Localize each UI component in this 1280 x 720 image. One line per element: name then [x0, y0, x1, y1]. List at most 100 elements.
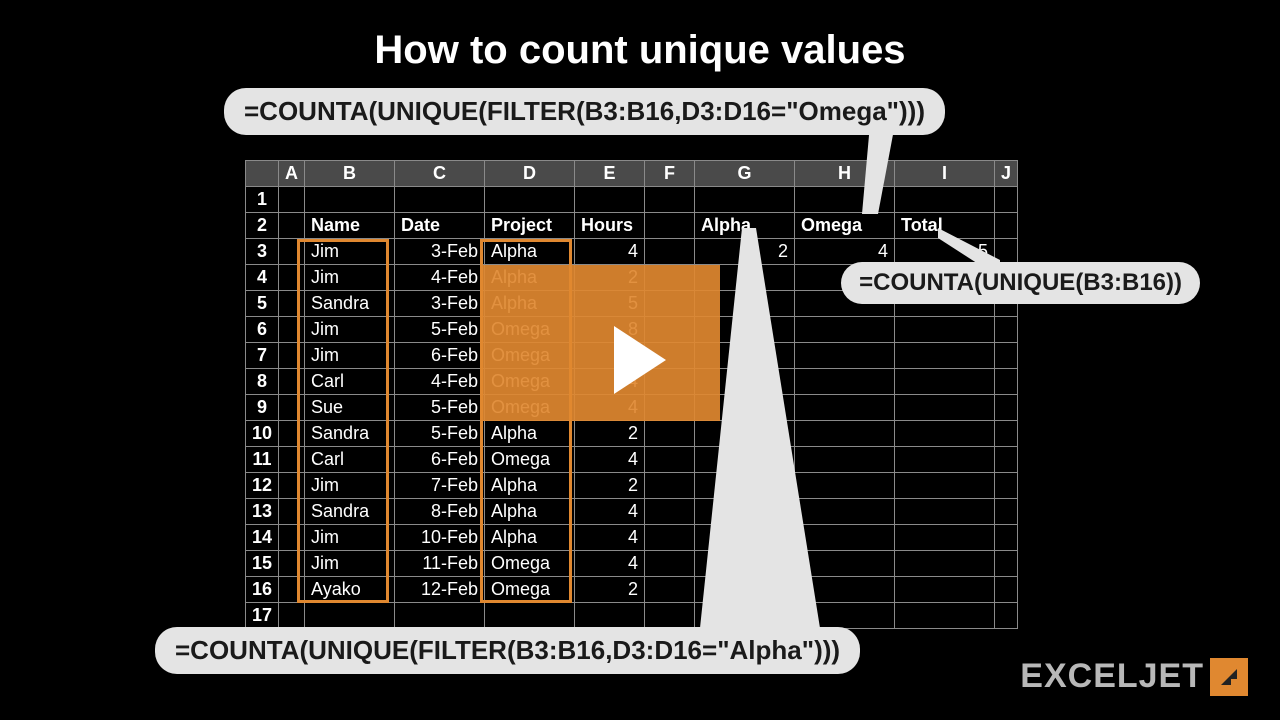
cell-date[interactable]: 12-Feb — [395, 577, 485, 603]
table-row[interactable]: 14 Jim 10-Feb Alpha 4 — [246, 525, 1018, 551]
cell[interactable] — [645, 239, 695, 265]
col-header-c[interactable]: C — [395, 161, 485, 187]
cell[interactable] — [995, 473, 1018, 499]
cell[interactable] — [279, 369, 305, 395]
cell-total[interactable] — [895, 551, 995, 577]
row-header[interactable]: 9 — [246, 395, 279, 421]
cell[interactable] — [279, 447, 305, 473]
cell-project[interactable]: Omega — [485, 577, 575, 603]
cell[interactable] — [995, 421, 1018, 447]
row-header[interactable]: 2 — [246, 213, 279, 239]
cell-date[interactable]: 4-Feb — [395, 369, 485, 395]
cell-name[interactable]: Jim — [305, 551, 395, 577]
cell[interactable] — [645, 213, 695, 239]
cell[interactable] — [995, 187, 1018, 213]
cell[interactable] — [575, 603, 645, 629]
cell[interactable] — [995, 447, 1018, 473]
cell-date[interactable]: 3-Feb — [395, 239, 485, 265]
cell-total[interactable] — [895, 343, 995, 369]
cell-hours[interactable]: 4 — [575, 499, 645, 525]
col-header-b[interactable]: B — [305, 161, 395, 187]
cell[interactable] — [645, 551, 695, 577]
cell[interactable] — [645, 525, 695, 551]
row-header[interactable]: 17 — [246, 603, 279, 629]
cell-total[interactable] — [895, 473, 995, 499]
cell[interactable] — [279, 239, 305, 265]
cell[interactable] — [995, 343, 1018, 369]
cell[interactable] — [645, 421, 695, 447]
row-header[interactable]: 3 — [246, 239, 279, 265]
table-row[interactable]: 3 Jim 3-Feb Alpha 4 2 4 5 — [246, 239, 1018, 265]
cell[interactable] — [645, 187, 695, 213]
row-header[interactable]: 8 — [246, 369, 279, 395]
cell[interactable] — [485, 187, 575, 213]
cell[interactable] — [995, 577, 1018, 603]
cell-name[interactable]: Sandra — [305, 421, 395, 447]
cell-total[interactable] — [895, 577, 995, 603]
cell-date[interactable]: 5-Feb — [395, 395, 485, 421]
cell[interactable] — [305, 187, 395, 213]
cell-hours[interactable]: 4 — [575, 551, 645, 577]
cell[interactable] — [279, 343, 305, 369]
cell-project[interactable]: Alpha — [485, 499, 575, 525]
cell[interactable] — [279, 213, 305, 239]
table-row[interactable]: 2 Name Date Project Hours Alpha Omega To… — [246, 213, 1018, 239]
cell-project[interactable]: Alpha — [485, 525, 575, 551]
cell[interactable] — [575, 187, 645, 213]
cell[interactable] — [895, 187, 995, 213]
cell[interactable] — [895, 603, 995, 629]
cell[interactable] — [305, 603, 395, 629]
cell[interactable] — [279, 577, 305, 603]
cell[interactable] — [395, 603, 485, 629]
table-row[interactable]: 10 Sandra 5-Feb Alpha 2 — [246, 421, 1018, 447]
cell-project[interactable]: Alpha — [485, 421, 575, 447]
cell[interactable] — [995, 369, 1018, 395]
cell[interactable] — [995, 551, 1018, 577]
cell-hours[interactable]: 4 — [575, 525, 645, 551]
cell[interactable] — [645, 577, 695, 603]
row-header[interactable]: 7 — [246, 343, 279, 369]
cell[interactable] — [995, 525, 1018, 551]
cell[interactable] — [395, 187, 485, 213]
cell-name[interactable]: Jim — [305, 473, 395, 499]
cell[interactable] — [279, 473, 305, 499]
cell[interactable] — [279, 291, 305, 317]
row-header[interactable]: 16 — [246, 577, 279, 603]
cell[interactable] — [645, 447, 695, 473]
cell[interactable] — [279, 603, 305, 629]
row-header[interactable]: 10 — [246, 421, 279, 447]
row-header[interactable]: 15 — [246, 551, 279, 577]
cell-date[interactable]: 3-Feb — [395, 291, 485, 317]
cell[interactable] — [279, 187, 305, 213]
cell-total[interactable] — [895, 395, 995, 421]
cell-date[interactable]: 5-Feb — [395, 421, 485, 447]
row-header[interactable]: 14 — [246, 525, 279, 551]
cell-name[interactable]: Jim — [305, 317, 395, 343]
cell-date[interactable]: 8-Feb — [395, 499, 485, 525]
cell-date[interactable]: 10-Feb — [395, 525, 485, 551]
cell[interactable] — [695, 187, 795, 213]
cell-total[interactable] — [895, 421, 995, 447]
cell-project[interactable]: Alpha — [485, 473, 575, 499]
header-hours[interactable]: Hours — [575, 213, 645, 239]
cell-total[interactable] — [895, 499, 995, 525]
cell-name[interactable]: Jim — [305, 525, 395, 551]
col-header-f[interactable]: F — [645, 161, 695, 187]
table-row[interactable]: 11 Carl 6-Feb Omega 4 — [246, 447, 1018, 473]
cell-project[interactable]: Omega — [485, 447, 575, 473]
row-header[interactable]: 1 — [246, 187, 279, 213]
cell[interactable] — [995, 603, 1018, 629]
cell-date[interactable]: 11-Feb — [395, 551, 485, 577]
cell[interactable] — [279, 265, 305, 291]
cell-hours[interactable]: 4 — [575, 447, 645, 473]
row-header[interactable]: 13 — [246, 499, 279, 525]
cell-date[interactable]: 6-Feb — [395, 343, 485, 369]
row-header[interactable]: 5 — [246, 291, 279, 317]
cell-total[interactable] — [895, 369, 995, 395]
cell-hours[interactable]: 2 — [575, 473, 645, 499]
play-button[interactable] — [614, 326, 666, 394]
col-header-j[interactable]: J — [995, 161, 1018, 187]
cell[interactable] — [645, 473, 695, 499]
header-date[interactable]: Date — [395, 213, 485, 239]
cell-hours[interactable]: 2 — [575, 421, 645, 447]
